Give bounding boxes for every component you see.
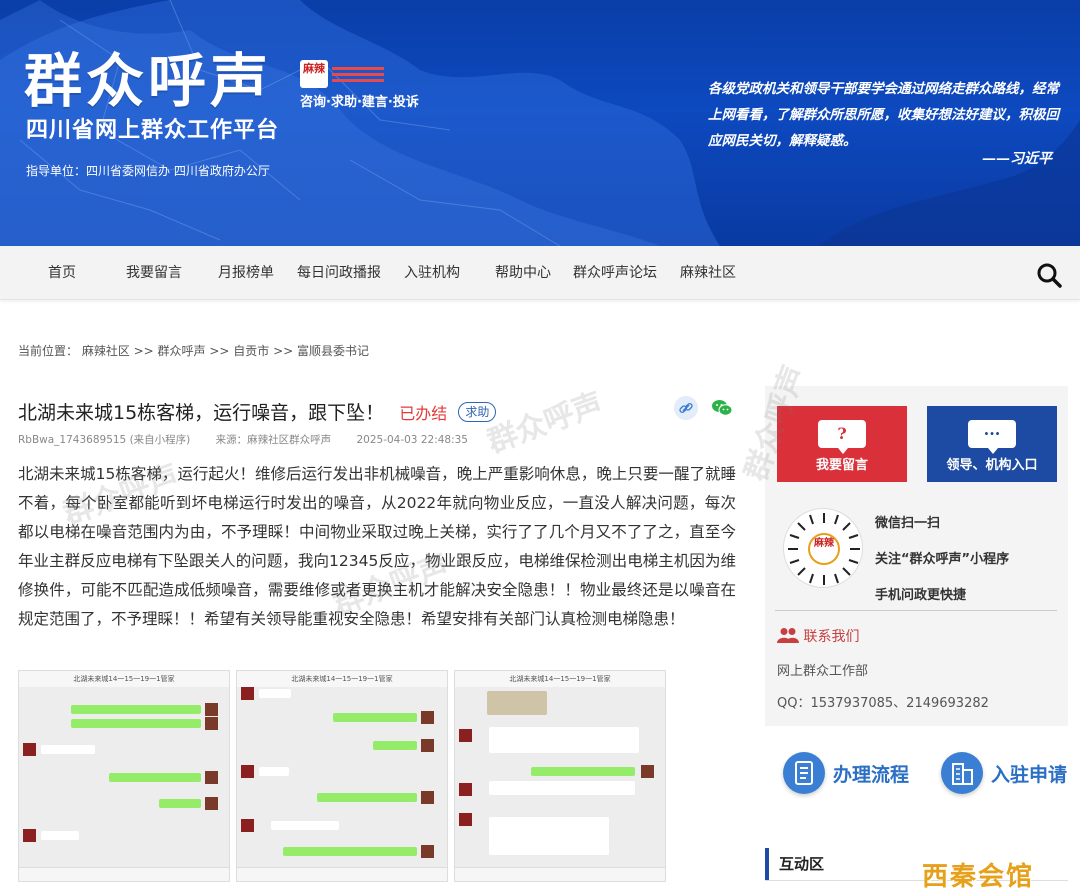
qr-logo: 麻辣 (808, 533, 840, 565)
attachment-image[interactable]: 北湖未来城14一15一19一1管家 (18, 670, 230, 882)
nav-item-daily-broadcast[interactable]: 每日问政播报 (297, 246, 381, 300)
document-icon (783, 752, 825, 794)
site-slogan: 咨询·求助·建言·投诉 (300, 95, 419, 110)
wechat-icon[interactable] (710, 396, 734, 420)
header-banner: 群众呼声 麻辣 咨询·求助·建言·投诉 四川省网上群众工作平台 指导单位：四川省… (0, 0, 1080, 246)
qr-line-scan: 微信扫一扫 (875, 516, 941, 531)
corner-logo: 西秦会馆 (922, 862, 1035, 892)
article-time: 2025-04-03 22:48:35 (356, 434, 468, 446)
main-nav: 首页 我要留言 月报榜单 每日问政播报 入驻机构 帮助中心 群众呼声论坛 麻辣社… (0, 246, 1080, 300)
chat-title: 北湖未来城14一15一19一1管家 (19, 671, 229, 687)
leader-entry-label: 领导、机构入口 (946, 458, 1038, 473)
qr-line-mobile: 手机问政更快捷 (875, 588, 967, 603)
people-icon (777, 628, 799, 643)
link-icon[interactable] (674, 396, 698, 420)
attachment-image[interactable]: 北湖未来城14一15一19一1管家 (236, 670, 448, 882)
process-flow-label: 办理流程 (833, 764, 910, 786)
quote-author: ——习近平 (982, 151, 1052, 167)
chat-title: 北湖未来城14一15一19一1管家 (455, 671, 665, 687)
search-icon[interactable] (1036, 262, 1062, 288)
nav-item-institutions[interactable]: 入驻机构 (404, 246, 460, 300)
contact-us-label: 联系我们 (803, 629, 860, 645)
site-subtitle: 四川省网上群众工作平台 (26, 118, 280, 143)
building-icon (941, 752, 983, 794)
article-title: 北湖未来城15栋客梯，运行噪音，跟下坠！ (18, 402, 385, 424)
leader-entry-button[interactable]: ··· 领导、机构入口 (927, 406, 1057, 482)
leader-quote: 各级党政机关和领导干部要学会通过网络走群众路线，经常上网看看，了解群众所思所愿，… (708, 81, 1059, 149)
qr-line-follow: 关注“群众呼声”小程序 (875, 552, 1010, 567)
nav-item-help-center[interactable]: 帮助中心 (495, 246, 551, 300)
contact-department: 网上群众工作部 (777, 664, 869, 679)
mini-program-qr-code: 麻辣 (783, 508, 863, 588)
article-body: 北湖未来城15栋客梯，运行起火！维修后运行发出非机械噪音，晚上严重影响休息，晚上… (18, 465, 736, 628)
contact-us: 联系我们 (777, 626, 859, 646)
article-title-row: 北湖未来城15栋客梯，运行噪音，跟下坠！ 已办结 求助 (18, 398, 497, 425)
mala-logo-stripes (332, 64, 388, 82)
leave-message-button[interactable]: ? 我要留言 (777, 406, 907, 482)
leave-message-label: 我要留言 (815, 458, 868, 473)
process-links: 办理流程 入驻申请 (765, 736, 1068, 812)
chat-title: 北湖未来城14一15一19一1管家 (237, 671, 447, 687)
article-author: RbBwa_1743689515 (来自小程序) (18, 434, 191, 446)
nav-item-home[interactable]: 首页 (48, 246, 76, 300)
article-source: 来源：麻辣社区群众呼声 (215, 434, 332, 446)
attachment-image[interactable]: 北湖未来城14一15一19一1管家 (454, 670, 666, 882)
breadcrumb[interactable]: 当前位置： 麻辣社区 >> 群众呼声 >> 自贡市 >> 富顺县委书记 (18, 342, 369, 359)
mala-logo: 麻辣 (300, 60, 328, 88)
nav-item-monthly-ranking[interactable]: 月报榜单 (218, 246, 274, 300)
category-tag: 求助 (458, 401, 497, 422)
question-icon: ? (818, 420, 866, 454)
settle-apply-label: 入驻申请 (991, 764, 1068, 786)
nav-item-forum[interactable]: 群众呼声论坛 (573, 246, 657, 300)
contact-qq: QQ：1537937085、2149693282 (777, 696, 989, 711)
nav-item-leave-message[interactable]: 我要留言 (126, 246, 182, 300)
status-badge: 已办结 (399, 403, 448, 423)
sidebar: ? 我要留言 ··· 领导、机构入口 麻辣 微信扫一扫 关注“群众呼声”小程序 … (765, 386, 1068, 896)
watermark: 群众呼声 (482, 386, 608, 461)
article-meta: RbBwa_1743689515 (来自小程序) 来源：麻辣社区群众呼声 202… (18, 432, 490, 447)
site-logo-title[interactable]: 群众呼声 (24, 50, 272, 114)
chat-bubble-icon: ··· (968, 420, 1016, 454)
nav-item-mala-community[interactable]: 麻辣社区 (680, 246, 736, 300)
guide-units: 指导单位：四川省委网信办 四川省政府办公厅 (26, 164, 270, 178)
